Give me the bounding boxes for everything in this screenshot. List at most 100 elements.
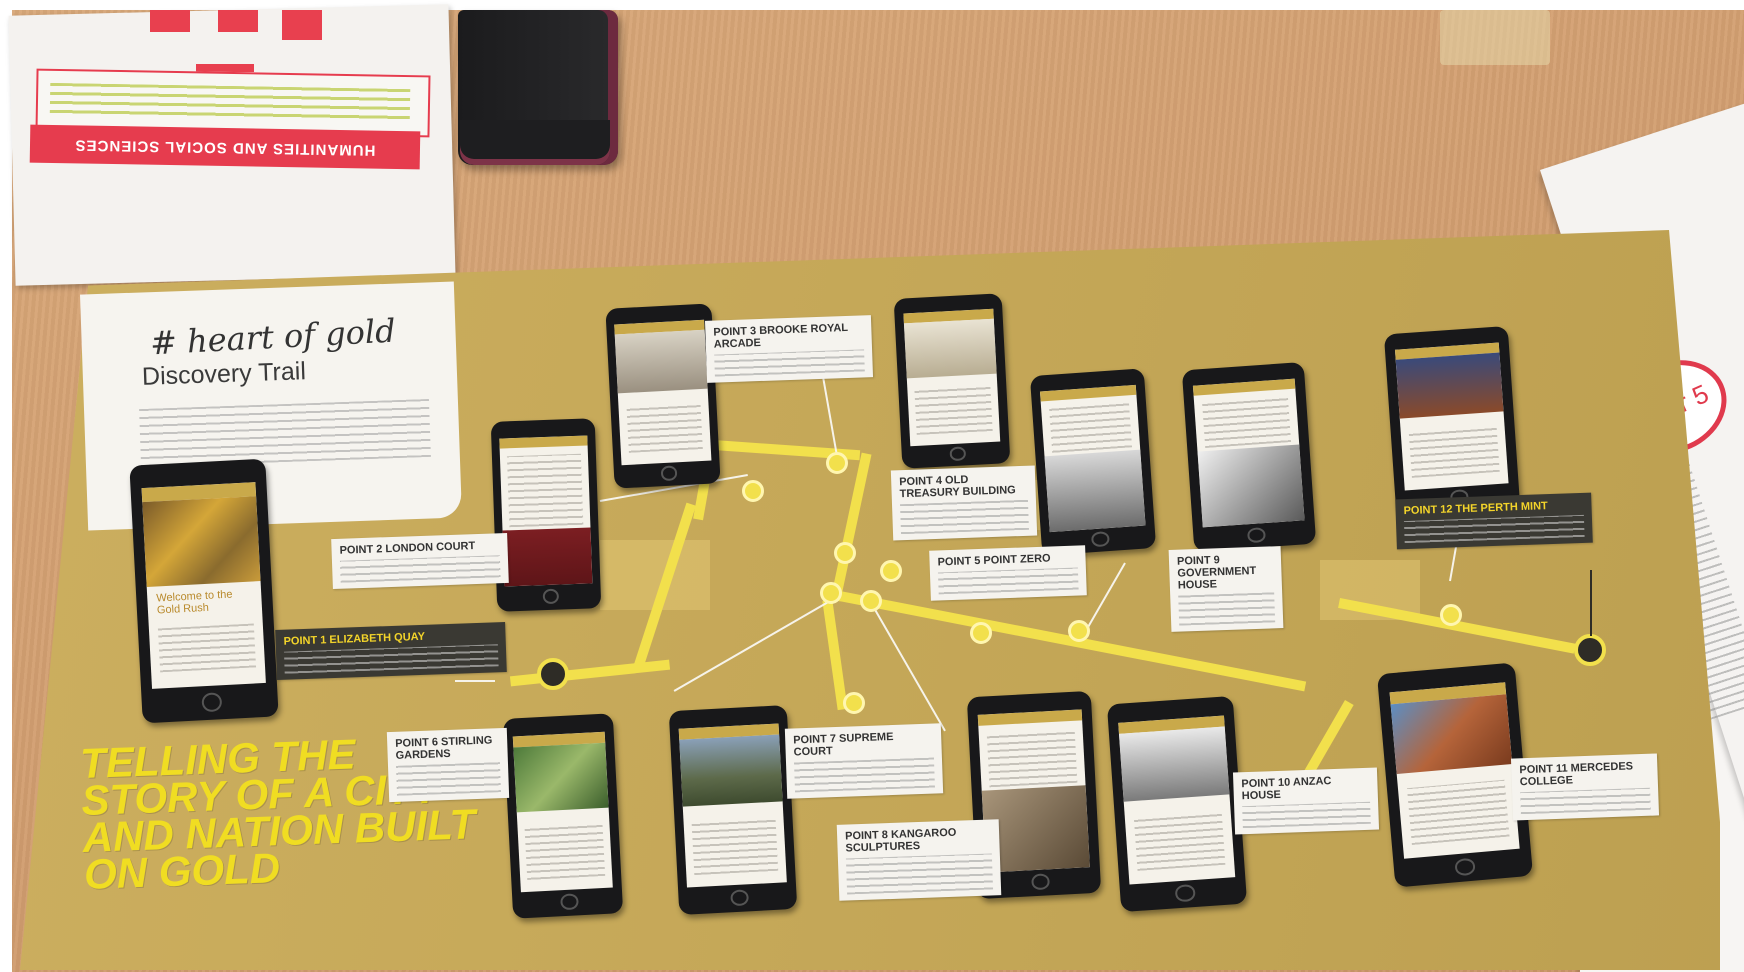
point-label-1: POINT 1 ELIZABETH QUAY [275,622,507,680]
photo-scene: HUMANITIES AND SOCIAL SCIENCES Year 5 [0,0,1744,972]
point-description [1242,801,1371,829]
point-description [845,853,994,895]
home-button [1246,526,1267,543]
trail-node [1068,620,1090,642]
screen-header [499,435,588,450]
point-name: POINT ZERO [983,552,1051,567]
trail-node [834,542,856,564]
screen-text [1407,779,1510,845]
phone-point-6 [502,713,624,919]
home-button [948,446,967,462]
phone-screen [1118,715,1236,885]
point-name: ELIZABETH QUAY [329,630,426,647]
point-label-3: POINT 3 BROOKE ROYAL ARCADE [704,315,874,383]
phone-point-10 [1106,695,1248,913]
point-label-12: POINT 12 THE PERTH MINT [1395,492,1593,550]
screen-text [507,453,584,528]
trail-end-marker [1574,634,1606,666]
home-button [1454,857,1476,876]
phone-screen [1389,682,1520,859]
point-description [1403,514,1585,544]
point-description [339,555,501,583]
home-button [1030,873,1051,891]
point-name: THE PERTH MINT [1455,500,1548,516]
point-label-10: POINT 10 ANZAC HOUSE [1232,767,1380,835]
point-description [714,349,865,377]
connector-line [455,680,495,682]
anzac-photo [1119,726,1230,802]
point-label-6: POINT 6 STIRLING GARDENS [386,727,510,803]
phone-point-11 [1376,662,1534,888]
point-description [283,644,499,674]
point-label-4: POINT 4 OLD TREASURY BUILDING [890,465,1038,541]
point-description [900,499,1029,535]
point-description [937,567,1079,595]
home-button [730,888,750,907]
intro-text [139,398,431,468]
connector-line [1590,570,1592,636]
point-description [1178,592,1276,626]
phone-screen [1040,385,1146,532]
point-description [794,757,935,793]
point-number: POINT 12 [1403,503,1453,518]
phone-screen [512,731,614,893]
gardens-photo [513,742,609,813]
point-label-9: POINT 9 GOVERNMENT HOUSE [1168,546,1284,632]
screen-header [1192,378,1296,397]
screen-text [157,623,257,673]
phone-screen [614,319,711,465]
point-number: POINT 10 [1241,776,1291,791]
trail-node [970,622,992,644]
home-button [1091,530,1110,547]
point-number: POINT 1 [283,634,327,648]
wallet-flap [460,120,610,165]
screen-header [977,709,1083,727]
screen-text [914,386,993,436]
arcade-photo [615,329,708,394]
screen-text [1408,424,1500,479]
treasury-photo [903,318,998,379]
trail-node [880,560,902,582]
point-label-2: POINT 2 LONDON COURT [331,532,509,590]
trail-node [1440,604,1462,626]
handout-highlighted-text [49,82,411,124]
home-button [201,692,223,713]
point-name: GOVERNMENT HOUSE [1177,564,1257,592]
screen-text [1133,809,1226,871]
screen-heading: Welcome to the Gold Rush [156,588,233,617]
london-court-photo [502,527,593,587]
point-description [1520,787,1651,815]
phone-screen [903,309,1001,447]
trail-node [820,582,842,604]
handout-diagram-box [150,10,190,32]
phone-screen [1192,378,1305,528]
point-number: POINT 5 [937,554,981,569]
sculpture-photo [1044,449,1146,532]
trail-node [860,590,882,612]
trail-node [742,480,764,502]
screen-text [1202,396,1292,448]
screen-header [1040,385,1137,402]
mining-photo [1390,694,1513,775]
portrait-photo [1197,444,1305,528]
point-label-8: POINT 8 KANGAROO SCULPTURES [836,819,1002,901]
hass-banner: HUMANITIES AND SOCIAL SCIENCES [29,124,421,170]
phone-screen [499,435,593,587]
plastic-bag [1440,10,1550,65]
phone-screen [1394,342,1509,491]
perth-mint-photo [1395,352,1504,419]
screen-text [626,401,704,454]
trail-node [843,692,865,714]
phone-point-12 [1383,325,1521,515]
phone-point-1: Welcome to the Gold Rush [129,458,279,724]
home-button [1175,884,1196,903]
phone-point-3 [605,303,721,489]
supreme-court-photo [679,734,783,807]
brochure-title: Discovery Trail [141,357,307,391]
point-description [395,762,501,796]
phone-point-5 [1029,368,1157,556]
phone-screen [679,723,787,888]
point-label-11: POINT 11 MERCEDES COLLEGE [1510,753,1660,821]
phone-point-9 [1181,361,1317,553]
screen-text [986,728,1078,787]
